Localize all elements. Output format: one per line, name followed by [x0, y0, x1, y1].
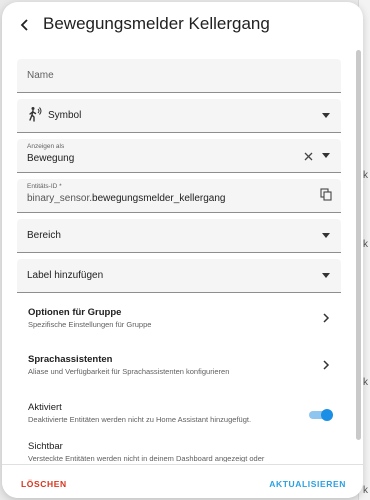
- group-options-row[interactable]: Optionen für Gruppe Spezifische Einstell…: [2, 298, 363, 338]
- entity-id-value[interactable]: binary_sensor.bewegungsmelder_kellergang: [27, 193, 225, 204]
- background-text-fragment: k: [363, 239, 368, 250]
- labels-field[interactable]: Label hinzufügen: [17, 259, 341, 293]
- voice-assistants-row[interactable]: Sprachassistenten Aliase und Verfügbarke…: [2, 345, 363, 385]
- dialog-content[interactable]: Name Symbol Anzeigen als Bewegung Entitä…: [2, 48, 363, 462]
- background-text-fragment: k: [363, 377, 368, 388]
- dropdown-arrow-icon[interactable]: [322, 233, 330, 238]
- entity-settings-dialog: Bewegungsmelder Kellergang Name Symbol A…: [2, 2, 363, 498]
- enabled-toggle[interactable]: [309, 409, 333, 421]
- enabled-row: Aktiviert Deaktivierte Entitäten werden …: [2, 393, 363, 429]
- copy-icon[interactable]: [320, 188, 332, 201]
- visible-title: Sichtbar: [28, 441, 63, 452]
- show-as-field[interactable]: Anzeigen als Bewegung: [17, 139, 341, 173]
- area-field[interactable]: Bereich: [17, 219, 341, 253]
- show-as-label: Anzeigen als: [27, 143, 65, 150]
- name-field[interactable]: Name: [17, 59, 341, 93]
- chevron-right-icon: [323, 360, 330, 370]
- entity-id-object: bewegungsmelder_kellergang: [92, 193, 226, 204]
- dropdown-arrow-icon[interactable]: [322, 113, 330, 118]
- background-text-fragment: k: [363, 170, 368, 181]
- delete-button[interactable]: LÖSCHEN: [21, 479, 67, 489]
- background-text-fragment: k: [363, 485, 368, 496]
- arrow-left-icon: [20, 19, 28, 31]
- visible-row: Sichtbar Versteckte Entitäten werden nic…: [2, 432, 363, 462]
- name-field-label: Name: [27, 70, 54, 81]
- back-button[interactable]: [15, 14, 35, 36]
- entity-id-domain: binary_sensor.: [27, 193, 93, 204]
- symbol-field-label: Symbol: [48, 110, 82, 121]
- voice-assistants-subtitle: Aliase und Verfügbarkeit für Sprachassis…: [28, 367, 230, 376]
- dialog-title: Bewegungsmelder Kellergang: [43, 14, 270, 33]
- dropdown-arrow-icon[interactable]: [322, 153, 330, 158]
- symbol-field[interactable]: Symbol: [17, 99, 341, 133]
- voice-assistants-title: Sprachassistenten: [28, 354, 113, 365]
- group-options-title: Optionen für Gruppe: [28, 307, 122, 318]
- update-button[interactable]: AKTUALISIEREN: [269, 479, 346, 489]
- toggle-knob: [321, 409, 333, 421]
- labels-field-label: Label hinzufügen: [27, 270, 104, 281]
- entity-id-label: Entitäts-ID *: [27, 183, 62, 190]
- clear-icon[interactable]: [304, 152, 313, 161]
- chevron-right-icon: [323, 313, 330, 323]
- dialog-footer: LÖSCHEN AKTUALISIEREN: [2, 464, 363, 498]
- motion-sensor-icon: [29, 107, 42, 122]
- enabled-title: Aktiviert: [28, 402, 62, 413]
- entity-id-field[interactable]: Entitäts-ID * binary_sensor.bewegungsmel…: [17, 179, 341, 213]
- visible-subtitle: Versteckte Entitäten werden nicht in dei…: [28, 454, 265, 462]
- area-field-label: Bereich: [27, 230, 61, 241]
- enabled-subtitle: Deaktivierte Entitäten werden nicht zu H…: [28, 415, 252, 424]
- group-options-subtitle: Spezifische Einstellungen für Gruppe: [28, 320, 152, 329]
- scrollbar[interactable]: [356, 50, 361, 440]
- show-as-value: Bewegung: [27, 153, 75, 164]
- dialog-header: Bewegungsmelder Kellergang: [2, 2, 363, 48]
- dropdown-arrow-icon[interactable]: [322, 273, 330, 278]
